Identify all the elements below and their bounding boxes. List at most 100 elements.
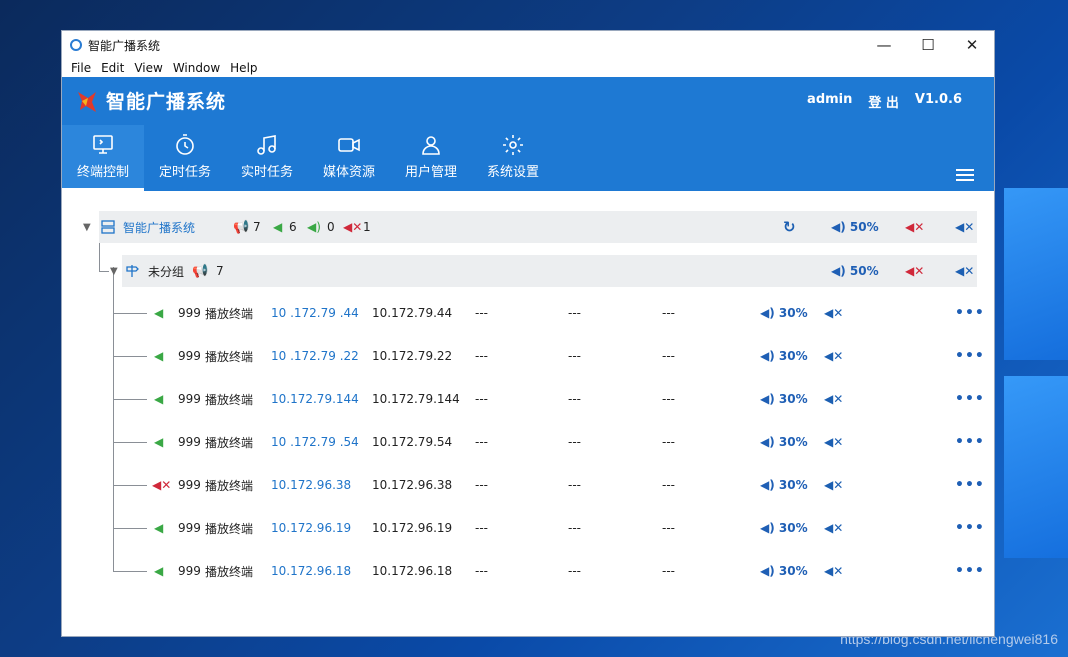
terminal-row[interactable]: ◀ 999 播放终端 10 .172.79 .54 10.172.79.54 -… [62,426,994,458]
group-volume[interactable]: ◀) 50% [831,211,879,243]
menu-window[interactable]: Window [168,61,225,75]
terminal-col-2: --- [568,478,581,492]
terminal-ip-link[interactable]: 10.172.79.144 [271,383,359,415]
terminal-volume[interactable]: ◀) 30% [760,297,808,329]
terminal-id: 999 [178,478,201,492]
speaker-online-icon: ◀ [154,564,164,578]
terminal-id: 999 [178,392,201,406]
more-options-icon[interactable]: ••• [955,512,985,544]
terminal-ip-link[interactable]: 10 .172.79 .22 [271,340,359,372]
tab-media-resources[interactable]: 媒体资源 [308,125,390,191]
terminal-ip: 10.172.96.18 [372,564,453,578]
tab-system-settings[interactable]: 系统设置 [472,125,554,191]
terminal-volume[interactable]: ◀) 30% [760,426,808,458]
menu-help[interactable]: Help [225,61,262,75]
terminal-row[interactable]: ◀ 999 播放终端 10.172.96.18 10.172.96.18 ---… [62,555,994,587]
brand-name: 智能广播系统 [106,91,227,113]
more-options-icon[interactable]: ••• [955,469,985,501]
terminal-row[interactable]: ◀ 999 播放终端 10.172.96.19 10.172.96.19 ---… [62,512,994,544]
terminal-volume[interactable]: ◀) 30% [760,340,808,372]
sub-group-row[interactable]: ▼ 未分组 📢 7 ◀) 50% ◀✕ ◀✕ ••• [110,255,977,287]
mute-icon[interactable]: ◀✕ [824,555,843,587]
menu-view[interactable]: View [129,61,167,75]
root-group-name[interactable]: 智能广播系统 [123,211,195,243]
more-options-icon[interactable]: ••• [955,383,985,415]
logout-button[interactable]: 登 出 [868,92,899,111]
group-volume[interactable]: ◀) 50% [831,255,879,287]
terminal-volume[interactable]: ◀) 30% [760,555,808,587]
tab-timed-tasks[interactable]: 定时任务 [144,125,226,191]
sub-group-name[interactable]: 未分组 [148,255,184,287]
tree-line [113,485,147,486]
terminal-row[interactable]: ◀ 999 播放终端 10.172.79.144 10.172.79.144 -… [62,383,994,415]
terminal-col-2: --- [568,306,581,320]
terminal-col-3: --- [662,435,675,449]
tab-label: 实时任务 [240,165,293,180]
terminal-name: 播放终端 [205,392,254,407]
terminal-ip-link[interactable]: 10 .172.79 .44 [271,297,359,329]
terminal-name: 播放终端 [205,564,254,579]
desktop-pane [1004,376,1068,558]
menu-file[interactable]: File [66,61,96,75]
terminal-col-1: --- [475,478,488,492]
mute-icon[interactable]: ◀✕ [824,426,843,458]
mute-icon[interactable]: ◀✕ [955,255,974,287]
terminal-ip-link[interactable]: 10 .172.79 .54 [271,426,359,458]
terminal-volume[interactable]: ◀) 30% [760,469,808,501]
terminal-icon [93,135,113,154]
terminal-col-1: --- [475,521,488,535]
more-options-icon[interactable]: ••• [955,340,985,372]
sub-group-count: 7 [216,264,224,278]
terminal-col-2: --- [568,349,581,363]
terminal-volume[interactable]: ◀) 30% [760,512,808,544]
minimize-button[interactable]: — [862,31,906,59]
mute-red-icon[interactable]: ◀✕ [905,255,924,287]
mute-red-icon[interactable]: ◀✕ [905,211,924,243]
mute-icon[interactable]: ◀✕ [824,340,843,372]
main-nav: 终端控制 定时任务 实时任务 媒体资源 用户管理 系统设置 [62,125,554,191]
terminal-row[interactable]: ◀✕ 999 播放终端 10.172.96.38 10.172.96.38 --… [62,469,994,501]
tree-line [113,356,147,357]
more-options-icon[interactable]: ••• [955,426,985,458]
desktop-pane [1004,188,1068,360]
mute-icon[interactable]: ◀✕ [824,383,843,415]
tab-realtime-tasks[interactable]: 实时任务 [226,125,308,191]
tree-line [113,442,147,443]
expand-arrow-icon[interactable]: ▼ [110,255,118,287]
refresh-icon[interactable]: ↻ [783,211,796,243]
hamburger-menu-icon[interactable] [956,169,974,184]
tab-label: 系统设置 [486,165,539,180]
speaker-online-icon: ◀ [154,349,164,363]
more-options-icon[interactable]: ••• [955,297,985,329]
menu-edit[interactable]: Edit [96,61,129,75]
maximize-button[interactable]: ☐ [906,31,950,59]
tab-terminal-control[interactable]: 终端控制 [62,125,144,191]
mute-icon[interactable]: ◀✕ [955,211,974,243]
terminal-name: 播放终端 [205,521,254,536]
root-group-row[interactable]: ▼ 智能广播系统 📢 7 ◀ 6 ◀) 0 ◀✕ 1 ↻ ◀) 50% ◀✕ ◀… [83,211,977,243]
mute-icon[interactable]: ◀✕ [824,469,843,501]
speaker-online-icon: ◀ [154,521,164,535]
volume-value: 30% [778,564,808,578]
mute-icon[interactable]: ◀✕ [824,512,843,544]
terminal-row[interactable]: ◀ 999 播放终端 10 .172.79 .22 10.172.79.22 -… [62,340,994,372]
terminal-id: 999 [178,435,201,449]
tab-user-management[interactable]: 用户管理 [390,125,472,191]
terminal-ip-link[interactable]: 10.172.96.38 [271,469,351,501]
tab-label: 用户管理 [404,165,457,180]
more-options-icon[interactable]: ••• [955,555,985,587]
terminal-ip-link[interactable]: 10.172.96.18 [271,555,351,587]
terminal-col-3: --- [662,349,675,363]
terminal-row[interactable]: ◀ 999 播放终端 10 .172.79 .44 10.172.79.44 -… [62,297,994,329]
expand-arrow-icon[interactable]: ▼ [83,211,91,243]
mute-icon[interactable]: ◀✕ [824,297,843,329]
volume-value: 50% [849,264,879,278]
terminal-name: 播放终端 [205,349,254,364]
bird-logo-icon [78,91,96,112]
close-button[interactable]: ✕ [950,31,994,59]
terminal-col-3: --- [662,478,675,492]
terminal-ip-link[interactable]: 10.172.96.19 [271,512,351,544]
terminal-volume[interactable]: ◀) 30% [760,383,808,415]
terminal-col-1: --- [475,564,488,578]
tree-line [113,571,147,572]
